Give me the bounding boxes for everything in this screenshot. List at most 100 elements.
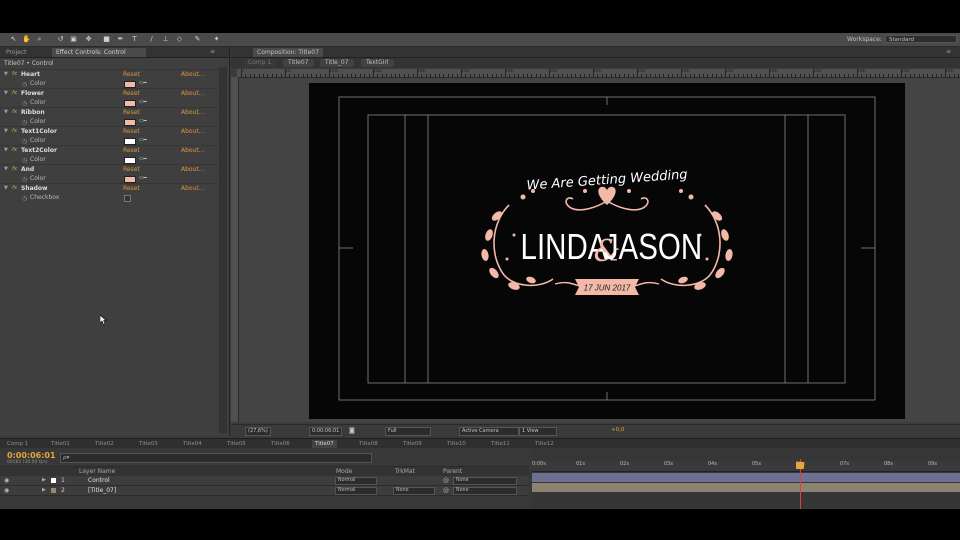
layer-name[interactable]: Control <box>88 476 110 485</box>
crumb-title-07[interactable]: Title_07 <box>320 59 354 67</box>
color-swatch[interactable] <box>124 119 136 126</box>
expand-triangle-icon[interactable]: ▼ <box>4 89 8 98</box>
layer-name[interactable]: [Title_07] <box>88 486 116 495</box>
header-layer-name[interactable]: Layer Name <box>79 468 115 475</box>
effect-reset-link[interactable]: Reset <box>123 70 140 79</box>
timeline-tab[interactable]: Title08 <box>356 440 381 448</box>
effect-row[interactable]: ▼ fx And Reset About... <box>0 164 218 174</box>
timeline-timecode[interactable]: 0:00:06:01 <box>7 451 56 460</box>
effect-about-link[interactable]: About... <box>181 184 204 193</box>
stopwatch-icon[interactable]: ◷ <box>22 194 27 203</box>
eyedropper-icon[interactable]: ▭━ <box>139 80 147 86</box>
color-swatch[interactable] <box>124 157 136 164</box>
timeline-tab[interactable]: Title12 <box>532 440 557 448</box>
trkmat-select[interactable]: None <box>393 487 435 495</box>
pen-tool-icon[interactable]: ✒ <box>116 35 125 44</box>
timeline-tab[interactable]: Title03 <box>136 440 161 448</box>
eyedropper-icon[interactable]: ▭━ <box>139 99 147 105</box>
parent-select[interactable]: None <box>453 477 517 485</box>
brush-tool-icon[interactable]: ∕ <box>147 35 156 44</box>
crumb-comp1[interactable]: Comp 1 <box>243 59 277 67</box>
parent-select[interactable]: None <box>453 487 517 495</box>
effect-about-link[interactable]: About... <box>181 146 204 155</box>
expand-triangle-icon[interactable]: ▼ <box>4 146 8 155</box>
expand-triangle-icon[interactable]: ▼ <box>4 165 8 174</box>
mode-select[interactable]: Normal <box>335 487 377 495</box>
effect-about-link[interactable]: About... <box>181 127 204 136</box>
effect-reset-link[interactable]: Reset <box>123 184 140 193</box>
layer-label-color[interactable] <box>51 488 56 493</box>
comp-viewer[interactable]: We Are Getting Wedding LINDA & JASON 17 … <box>239 78 960 422</box>
color-swatch[interactable] <box>124 138 136 145</box>
roto-brush-icon[interactable]: ✎ <box>193 35 202 44</box>
fx-icon[interactable]: fx <box>12 146 17 155</box>
effect-row[interactable]: ▼ fx Heart Reset About... <box>0 69 218 79</box>
eyedropper-icon[interactable]: ▭━ <box>139 156 147 162</box>
timeline-tab[interactable]: Title04 <box>180 440 205 448</box>
layer-label-color[interactable] <box>51 478 56 483</box>
timeline-search-input[interactable]: ρ▾ <box>60 453 372 463</box>
selection-tool-icon[interactable]: ↖ <box>9 35 18 44</box>
timeline-tab[interactable]: Comp 1 <box>4 440 31 448</box>
fx-icon[interactable]: fx <box>12 108 17 117</box>
layer-row[interactable]: ◉ ▶ 2 [Title_07] Normal None @ None <box>0 486 529 496</box>
tab-project[interactable]: Project <box>2 48 31 57</box>
checkbox[interactable] <box>124 195 131 202</box>
rectangle-tool-icon[interactable]: ■ <box>102 35 111 44</box>
fx-icon[interactable]: fx <box>12 184 17 193</box>
effect-about-link[interactable]: About... <box>181 108 204 117</box>
visibility-eye-icon[interactable]: ◉ <box>4 486 9 495</box>
effect-about-link[interactable]: About... <box>181 89 204 98</box>
effect-about-link[interactable]: About... <box>181 70 204 79</box>
effect-reset-link[interactable]: Reset <box>123 127 140 136</box>
color-swatch[interactable] <box>124 100 136 107</box>
crumb-textgirl[interactable]: TextGirl <box>361 59 394 67</box>
timeline-tab[interactable]: Title07 <box>312 440 337 448</box>
effect-row[interactable]: ▼ fx Text2Color Reset About... <box>0 145 218 155</box>
camera-select[interactable]: Active Camera <box>459 427 519 436</box>
timeline-tab[interactable]: Title11 <box>488 440 513 448</box>
tab-effect-controls[interactable]: Effect Controls: Control <box>52 48 146 57</box>
zoom-tool-icon[interactable]: ⌕ <box>35 35 44 44</box>
eyedropper-icon[interactable]: ▭━ <box>139 118 147 124</box>
pickwhip-icon[interactable]: @ <box>443 486 449 495</box>
panel-menu-icon[interactable]: ≡ <box>946 48 951 55</box>
timeline-graph[interactable]: 0:00s01s02s03s04s05s06s07s08s09s <box>532 449 960 509</box>
pickwhip-icon[interactable]: @ <box>443 476 449 485</box>
camera-tool-icon[interactable]: ▣ <box>69 35 78 44</box>
mode-select[interactable]: Normal <box>335 477 377 485</box>
workspace-select[interactable]: Standard <box>885 35 957 43</box>
color-swatch[interactable] <box>124 176 136 183</box>
twirl-triangle-icon[interactable]: ▶ <box>42 486 46 495</box>
views-select[interactable]: 1 View <box>519 427 557 436</box>
fx-icon[interactable]: fx <box>12 127 17 136</box>
fx-icon[interactable]: fx <box>12 165 17 174</box>
effect-row[interactable]: ▼ fx Flower Reset About... <box>0 88 218 98</box>
crumb-title07[interactable]: Title07 <box>283 59 314 67</box>
resolution-select[interactable]: Full <box>385 427 431 436</box>
timeline-tab[interactable]: Title05 <box>224 440 249 448</box>
hand-tool-icon[interactable]: ✋ <box>22 35 31 44</box>
tab-composition[interactable]: Composition: Title07 <box>253 48 323 57</box>
left-scrollbar[interactable] <box>219 67 227 433</box>
timeline-tab[interactable]: Title09 <box>400 440 425 448</box>
layer-bar-title07[interactable] <box>532 483 960 492</box>
rotate-tool-icon[interactable]: ↺ <box>56 35 65 44</box>
expand-triangle-icon[interactable]: ▼ <box>4 127 8 136</box>
exposure-value[interactable]: +0,0 <box>611 427 624 433</box>
effect-reset-link[interactable]: Reset <box>123 165 140 174</box>
color-swatch[interactable] <box>124 81 136 88</box>
snapshot-icon[interactable]: ◙ <box>349 427 355 434</box>
visibility-eye-icon[interactable]: ◉ <box>4 476 9 485</box>
timeline-tab[interactable]: Title06 <box>268 440 293 448</box>
eyedropper-icon[interactable]: ▭━ <box>139 175 147 181</box>
effect-reset-link[interactable]: Reset <box>123 146 140 155</box>
header-mode[interactable]: Mode <box>336 468 352 475</box>
comp-canvas[interactable]: We Are Getting Wedding LINDA & JASON 17 … <box>309 83 905 419</box>
effect-about-link[interactable]: About... <box>181 165 204 174</box>
header-parent[interactable]: Parent <box>443 468 462 475</box>
expand-triangle-icon[interactable]: ▼ <box>4 108 8 117</box>
timeline-tab[interactable]: Title01 <box>48 440 73 448</box>
pan-behind-icon[interactable]: ✥ <box>84 35 93 44</box>
eyedropper-icon[interactable]: ▭━ <box>139 137 147 143</box>
